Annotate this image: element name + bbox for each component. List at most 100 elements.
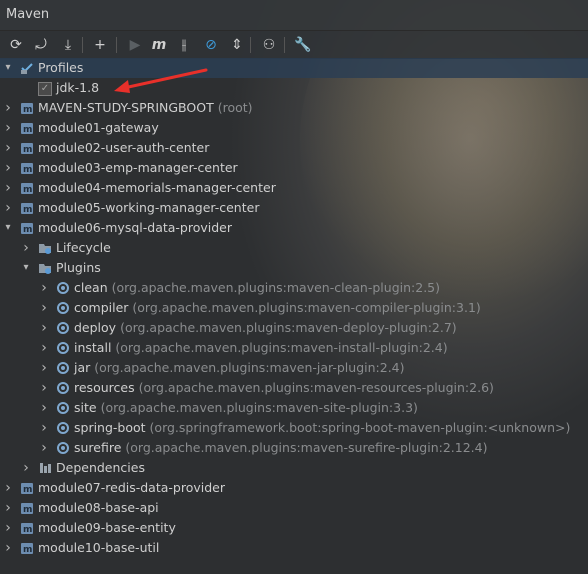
tree-node-module[interactable]: › m module01-gateway bbox=[0, 118, 588, 138]
chevron-right-icon[interactable]: › bbox=[2, 478, 14, 498]
tree-node-module[interactable]: › m module07-redis-data-provider bbox=[0, 478, 588, 498]
plugin-name: install bbox=[74, 340, 112, 355]
run-icon[interactable]: ▶ bbox=[125, 35, 145, 55]
chevron-right-icon[interactable]: › bbox=[2, 158, 14, 178]
chevron-right-icon[interactable]: › bbox=[2, 138, 14, 158]
tree-node-plugins[interactable]: ▾ Plugins bbox=[0, 258, 588, 278]
svg-text:m: m bbox=[23, 225, 32, 235]
chevron-right-icon[interactable]: › bbox=[38, 358, 50, 378]
svg-text:m: m bbox=[23, 545, 32, 555]
profiles-label: Profiles bbox=[38, 60, 84, 75]
chevron-right-icon[interactable]: › bbox=[2, 498, 14, 518]
add-project-icon[interactable]: + bbox=[90, 35, 110, 55]
maven-module-icon: m bbox=[20, 481, 34, 495]
checkbox-checked-icon[interactable]: ✓ bbox=[38, 82, 52, 96]
chevron-down-icon[interactable]: ▾ bbox=[2, 58, 14, 78]
tree-node-plugin[interactable]: › surefire (org.apache.maven.plugins:mave… bbox=[0, 438, 588, 458]
annotation-arrow bbox=[114, 68, 208, 93]
chevron-down-icon[interactable]: ▾ bbox=[20, 258, 32, 278]
dependencies-icon bbox=[38, 461, 52, 475]
chevron-right-icon[interactable]: › bbox=[2, 98, 14, 118]
chevron-right-icon[interactable]: › bbox=[2, 118, 14, 138]
svg-text:m: m bbox=[23, 125, 32, 135]
tree-item-label: module10-base-util bbox=[38, 540, 160, 555]
tree-node-plugin[interactable]: › compiler (org.apache.maven.plugins:mave… bbox=[0, 298, 588, 318]
plugin-gear-icon bbox=[56, 401, 70, 415]
plugin-name: site bbox=[74, 400, 97, 415]
tree-node-lifecycle[interactable]: › Lifecycle bbox=[0, 238, 588, 258]
plugin-coordinates: (org.apache.maven.plugins:maven-resource… bbox=[138, 380, 494, 395]
tree-node-plugin[interactable]: › jar (org.apache.maven.plugins:maven-jar… bbox=[0, 358, 588, 378]
root-note: (root) bbox=[217, 100, 253, 115]
tree-node-module[interactable]: › m module08-base-api bbox=[0, 498, 588, 518]
lifecycle-folder-icon bbox=[38, 241, 52, 255]
maven-tool-window: Maven ⟳ ⤾ ⤓ + ▶ m ⫲ ⊘ ⇕ ⚇ 🔧 ▾ Profiles ✓ jdk-1.8 › m MAV… bbox=[0, 0, 588, 574]
tree-item-label: module09-base-entity bbox=[38, 520, 176, 535]
tree-item-label: module06-mysql-data-provider bbox=[38, 220, 233, 235]
tree-node-profile-jdk[interactable]: ✓ jdk-1.8 bbox=[0, 78, 588, 98]
tree-node-plugin[interactable]: › install (org.apache.maven.plugins:maven… bbox=[0, 338, 588, 358]
plugin-gear-icon bbox=[56, 281, 70, 295]
plugin-gear-icon bbox=[56, 441, 70, 455]
tree-node-module[interactable]: › m module04-memorials-manager-center bbox=[0, 178, 588, 198]
toolbar-separator bbox=[116, 37, 117, 53]
tree-node-plugin[interactable]: › deploy (org.apache.maven.plugins:maven-… bbox=[0, 318, 588, 338]
skip-tests-icon[interactable]: ⊘ bbox=[201, 35, 221, 55]
chevron-right-icon[interactable]: › bbox=[2, 538, 14, 558]
plugin-name: jar bbox=[74, 360, 91, 375]
plugin-coordinates: (org.apache.maven.plugins:maven-clean-pl… bbox=[111, 280, 440, 295]
chevron-right-icon[interactable]: › bbox=[38, 278, 50, 298]
plugin-name: surefire bbox=[74, 440, 122, 455]
settings-wrench-icon[interactable]: 🔧 bbox=[293, 35, 313, 55]
tree-node-plugin[interactable]: › clean (org.apache.maven.plugins:maven-c… bbox=[0, 278, 588, 298]
toggle-offline-icon[interactable]: ⫲ bbox=[174, 35, 194, 55]
tree-node-module[interactable]: › m module02-user-auth-center bbox=[0, 138, 588, 158]
tree-node-plugin[interactable]: › site (org.apache.maven.plugins:maven-si… bbox=[0, 398, 588, 418]
tree-node-module[interactable]: › m module10-base-util bbox=[0, 538, 588, 558]
reload-project-icon[interactable]: ⤾ bbox=[31, 35, 51, 55]
tree-node-expanded-module[interactable]: ▾ m module06-mysql-data-provider bbox=[0, 218, 588, 238]
chevron-right-icon[interactable]: › bbox=[20, 238, 32, 258]
plugin-name: deploy bbox=[74, 320, 117, 335]
tree-node-module[interactable]: › m module09-base-entity bbox=[0, 518, 588, 538]
tree-node-plugin[interactable]: › resources (org.apache.maven.plugins:mav… bbox=[0, 378, 588, 398]
maven-module-icon: m bbox=[20, 121, 34, 135]
chevron-right-icon[interactable]: › bbox=[20, 458, 32, 478]
maven-module-icon: m bbox=[20, 181, 34, 195]
maven-module-icon: m bbox=[20, 161, 34, 175]
plugin-name: spring-boot bbox=[74, 420, 146, 435]
chevron-right-icon[interactable]: › bbox=[2, 518, 14, 538]
tool-window-title-bar: Maven bbox=[0, 0, 588, 31]
chevron-right-icon[interactable]: › bbox=[38, 298, 50, 318]
download-sources-icon[interactable]: ⤓ bbox=[58, 35, 78, 55]
execute-goal-icon[interactable]: m bbox=[149, 35, 169, 55]
plugin-coordinates: (org.apache.maven.plugins:maven-compiler… bbox=[132, 300, 481, 315]
tree-item-label: MAVEN-STUDY-SPRINGBOOT bbox=[38, 100, 214, 115]
reload-all-icon[interactable]: ⟳ bbox=[6, 35, 26, 55]
tree-node-dependencies[interactable]: › Dependencies bbox=[0, 458, 588, 478]
analyze-dependencies-icon[interactable]: ⚇ bbox=[259, 35, 279, 55]
tree-node-profiles[interactable]: ▾ Profiles bbox=[0, 58, 588, 78]
maven-module-icon: m bbox=[20, 541, 34, 555]
plugin-gear-icon bbox=[56, 321, 70, 335]
tree-node-module[interactable]: › m module03-emp-manager-center bbox=[0, 158, 588, 178]
chevron-right-icon[interactable]: › bbox=[38, 438, 50, 458]
chevron-right-icon[interactable]: › bbox=[38, 318, 50, 338]
chevron-right-icon[interactable]: › bbox=[2, 198, 14, 218]
chevron-right-icon[interactable]: › bbox=[38, 378, 50, 398]
maven-module-icon: m bbox=[20, 521, 34, 535]
maven-module-icon: m bbox=[20, 221, 34, 235]
toolbar-separator bbox=[250, 37, 251, 53]
chevron-right-icon[interactable]: › bbox=[38, 398, 50, 418]
tree-node-root-module[interactable]: › m MAVEN-STUDY-SPRINGBOOT (root) bbox=[0, 98, 588, 118]
chevron-right-icon[interactable]: › bbox=[2, 178, 14, 198]
chevron-down-icon[interactable]: ▾ bbox=[2, 218, 14, 238]
plugin-gear-icon bbox=[56, 301, 70, 315]
collapse-all-icon[interactable]: ⇕ bbox=[227, 35, 247, 55]
chevron-right-icon[interactable]: › bbox=[38, 418, 50, 438]
chevron-right-icon[interactable]: › bbox=[38, 338, 50, 358]
svg-text:m: m bbox=[23, 165, 32, 175]
tree-node-module[interactable]: › m module05-working-manager-center bbox=[0, 198, 588, 218]
tree-node-plugin[interactable]: › spring-boot (org.springframework.boot:s… bbox=[0, 418, 588, 438]
plugin-coordinates: (org.apache.maven.plugins:maven-surefire… bbox=[125, 440, 488, 455]
